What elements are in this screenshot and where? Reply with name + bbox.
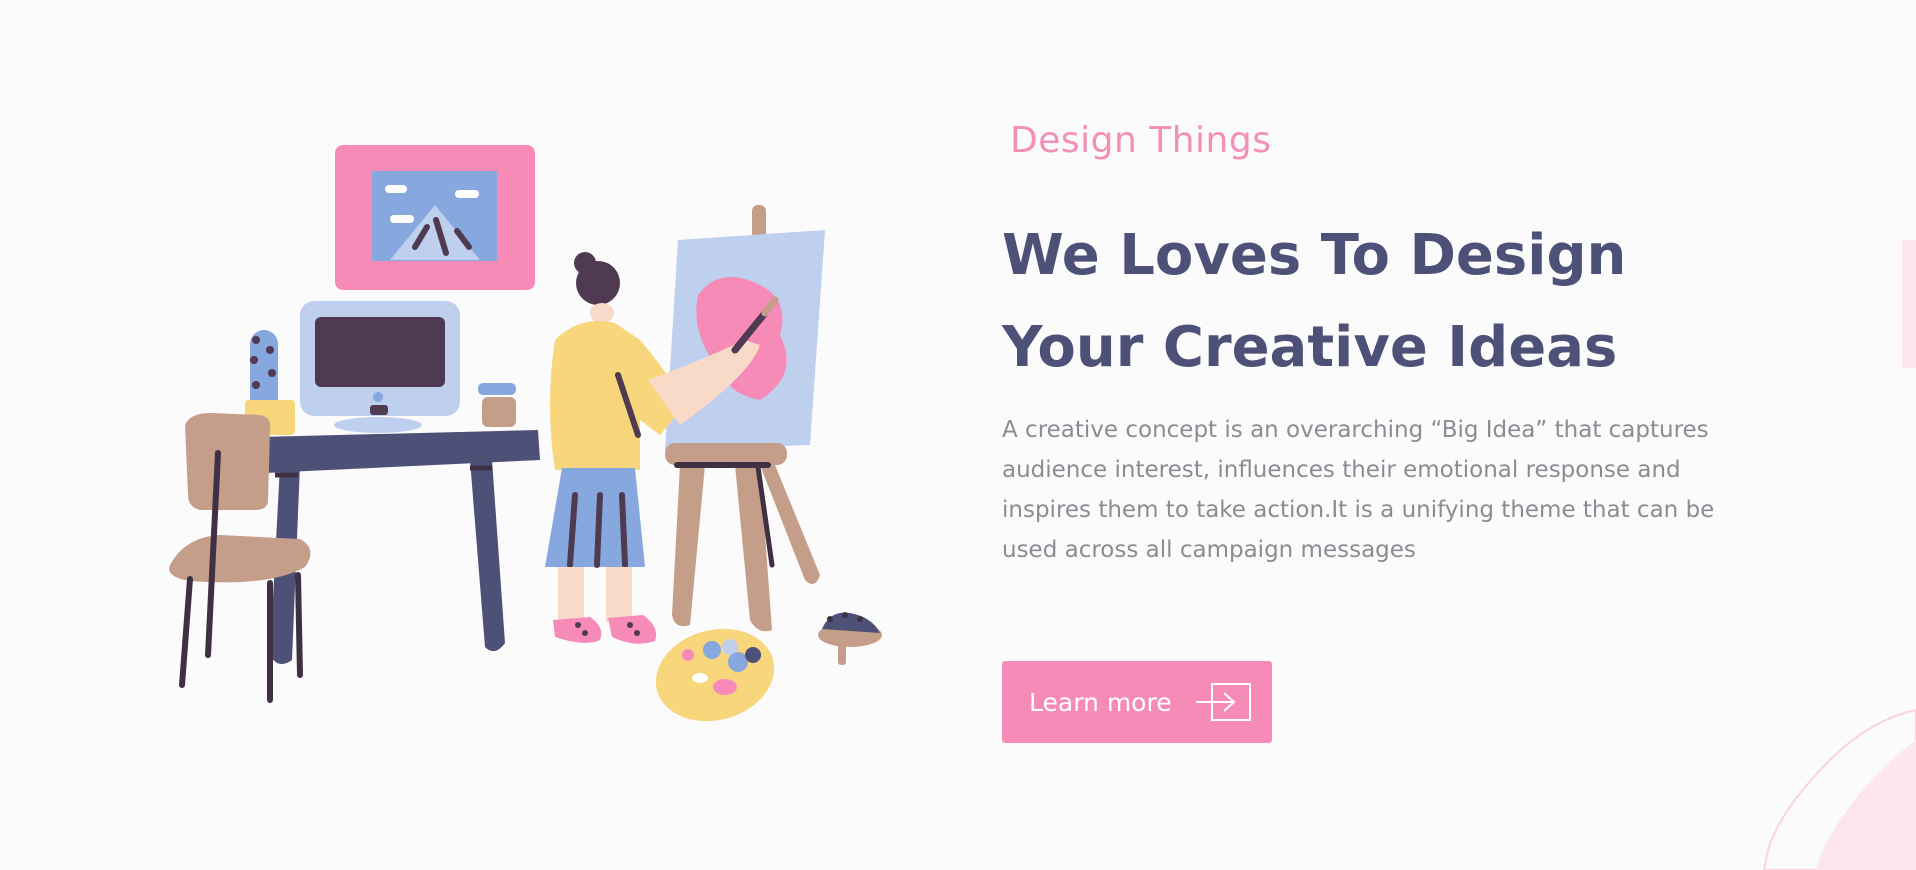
hero-title-line-2: Your Creative Ideas [1002,315,1618,380]
hero-section: Design Things We Loves To Design Your Cr… [0,0,1916,870]
eyebrow-label: Design Things [1010,120,1272,161]
decorative-shape-right [1902,240,1916,368]
hero-description: A creative concept is an overarching “Bi… [1002,417,1715,563]
decorative-blob [1762,708,1916,870]
learn-more-button[interactable]: Learn more [1002,661,1272,743]
paint-palette [655,628,775,722]
cup [478,383,516,395]
hero-title-line-1: We Loves To Design [1002,223,1627,288]
desk [260,430,540,473]
hero-title: We Loves To Design Your Creative Ideas [1002,210,1742,394]
learn-more-label: Learn more [1029,687,1172,717]
chair [185,413,271,510]
designer-illustration [169,145,882,722]
arrow-right-box-icon [1195,683,1251,721]
